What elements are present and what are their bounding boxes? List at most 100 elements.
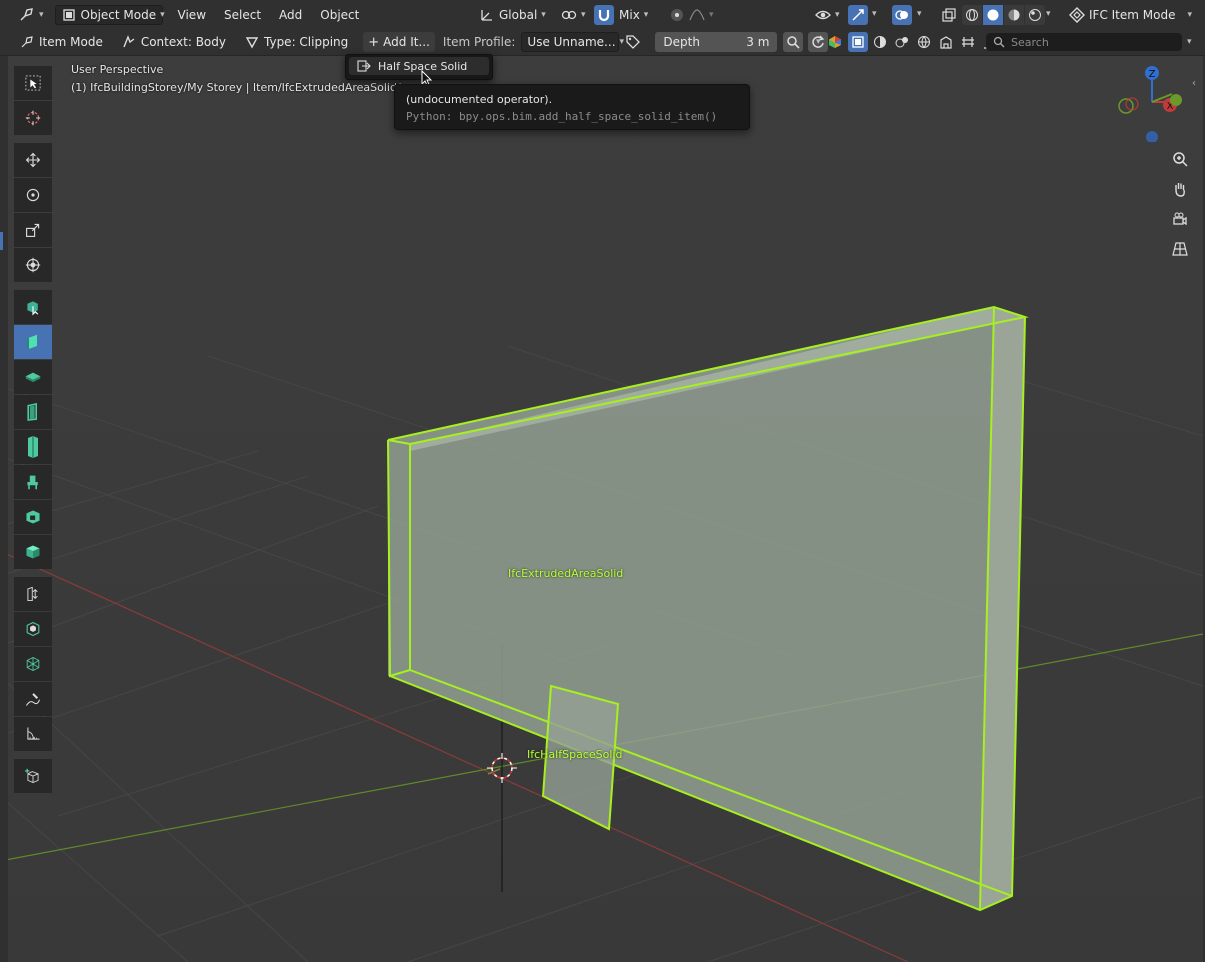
chevron-down-icon: ▾ — [1187, 9, 1192, 20]
tool-cursor[interactable] — [14, 101, 52, 135]
solid-shading-button[interactable] — [983, 5, 1003, 25]
tool-cube[interactable] — [14, 535, 52, 569]
tool-door[interactable] — [14, 395, 52, 429]
camera-icon — [1172, 211, 1188, 227]
filter-world-button[interactable] — [914, 32, 934, 52]
visibility-dropdown[interactable]: ▾ — [810, 5, 845, 25]
tool-bim-object[interactable] — [14, 612, 52, 646]
chevron-down-icon[interactable]: ▾ — [917, 9, 922, 19]
menu-item-half-space-solid[interactable]: Half Space Solid — [349, 57, 489, 75]
rendered-shading-button[interactable] — [1025, 5, 1045, 25]
search-icon — [991, 34, 1007, 50]
gizmo-icon — [850, 7, 866, 23]
globe-icon — [916, 34, 932, 50]
tooltip-python: Python: bpy.ops.bim.add_half_space_solid… — [406, 110, 718, 123]
tool-mesh[interactable] — [14, 647, 52, 681]
tool-furniture[interactable] — [14, 465, 52, 499]
wireframe-shading-button[interactable] — [962, 5, 982, 25]
chevron-down-icon[interactable]: ▾ — [816, 37, 821, 47]
tool-ifc-select[interactable] — [14, 290, 52, 324]
tool-transform[interactable] — [14, 248, 52, 282]
tag-icon[interactable] — [625, 34, 641, 50]
filter-storey-button[interactable] — [958, 32, 978, 52]
filter-building-button[interactable] — [936, 32, 956, 52]
select-box-icon — [25, 75, 41, 91]
context-indicator[interactable]: Context: Body — [116, 32, 231, 52]
filter-material-button[interactable] — [892, 32, 912, 52]
navigation-gizmo[interactable]: Z X — [1112, 62, 1182, 142]
tool-add-cube[interactable] — [14, 759, 52, 793]
proportional-edit-toggle[interactable]: ▾ — [664, 5, 719, 25]
tool-move[interactable] — [14, 143, 52, 177]
camera-view-button[interactable] — [1167, 206, 1193, 232]
xray-toggle[interactable] — [936, 5, 962, 25]
area-edge-indicator — [0, 232, 3, 250]
item-profile-value: Use Unname... — [527, 35, 616, 49]
color-palette-icon[interactable] — [827, 34, 843, 50]
filter-select-button[interactable] — [848, 32, 868, 52]
ortho-toggle-button[interactable] — [1167, 236, 1193, 262]
pivot-point-dropdown[interactable]: ▾ — [556, 5, 591, 25]
menu-add[interactable]: Add — [270, 5, 311, 25]
ifc-mode-dropdown[interactable]: IFC Item Mode ▾ — [1064, 5, 1197, 25]
view-context-path: (1) IfcBuildingStorey/My Storey | Item/I… — [71, 81, 401, 94]
extruded-solid-label: IfcExtrudedAreaSolid — [508, 567, 624, 580]
ifc-logo-icon — [1069, 6, 1085, 23]
item-mode-icon — [19, 34, 35, 50]
hand-icon — [1172, 181, 1188, 197]
sidebar-toggle-icon[interactable]: ‹ — [1192, 78, 1196, 89]
mode-label: Object Mode — [80, 7, 157, 22]
pan-button[interactable] — [1167, 176, 1193, 202]
ifc-mode-label: IFC Item Mode — [1089, 7, 1176, 22]
item-profile-dropdown[interactable]: Use Unname... ▾ — [521, 32, 624, 52]
add-item-button[interactable]: + Add It... — [363, 32, 435, 52]
tool-slab[interactable] — [14, 360, 52, 394]
tool-select-box[interactable] — [14, 66, 52, 100]
tool-column[interactable] — [14, 430, 52, 464]
search-placeholder: Search — [1011, 35, 1049, 49]
snap-mode-label: Mix — [619, 7, 640, 22]
half-space-icon — [356, 58, 372, 74]
tool-measure[interactable] — [14, 717, 52, 751]
find-button[interactable] — [783, 32, 804, 52]
chevron-down-icon[interactable]: ▾ — [1046, 9, 1051, 19]
snap-toggle[interactable] — [594, 4, 614, 25]
annotate-icon — [25, 691, 41, 707]
header-menus: View Select Add Object — [169, 5, 369, 25]
menu-select[interactable]: Select — [215, 5, 270, 25]
half-sphere-icon — [872, 34, 888, 50]
ifc-select-icon — [25, 299, 41, 316]
tool-wall[interactable] — [14, 325, 52, 359]
transform-orientation-dropdown[interactable]: Global ▾ — [474, 5, 551, 25]
gizmo-toggle[interactable] — [848, 4, 868, 25]
menu-view[interactable]: View — [169, 5, 215, 25]
tool-annotate[interactable] — [14, 682, 52, 716]
tool-shelf — [14, 66, 52, 794]
overlays-toggle[interactable] — [892, 4, 912, 25]
storey-icon — [960, 34, 976, 50]
viewport-scene[interactable] — [8, 56, 1203, 962]
snap-mode-dropdown[interactable]: Mix ▾ — [614, 5, 653, 25]
mode-dropdown[interactable]: Object Mode ▾ — [54, 4, 165, 25]
operator-tooltip: (undocumented operator). Python: bpy.ops… — [394, 84, 750, 130]
outliner-search[interactable]: Search — [986, 33, 1182, 51]
depth-field[interactable]: Depth 3 m — [655, 32, 778, 52]
tool-scale[interactable] — [14, 213, 52, 247]
tool-opening[interactable] — [14, 500, 52, 534]
tool-extrude[interactable] — [14, 577, 52, 611]
editor-type-button[interactable]: ▾ — [14, 5, 49, 25]
tool-rotate[interactable] — [14, 178, 52, 212]
filter-shading-button[interactable] — [870, 32, 890, 52]
object-mode-icon — [61, 7, 77, 23]
zoom-button[interactable] — [1167, 146, 1193, 172]
menu-object[interactable]: Object — [311, 5, 368, 25]
3d-viewport[interactable]: User Perspective (1) IfcBuildingStorey/M… — [8, 56, 1203, 962]
chevron-down-icon[interactable]: ▾ — [1187, 37, 1192, 47]
type-indicator[interactable]: Type: Clipping — [239, 32, 353, 52]
square-select-icon — [850, 34, 866, 50]
item-mode-tool[interactable]: Item Mode — [14, 32, 108, 52]
add-item-label: Add It... — [383, 35, 430, 49]
material-shading-button[interactable] — [1004, 5, 1024, 25]
chevron-down-icon[interactable]: ▾ — [872, 9, 877, 19]
depth-label: Depth — [663, 35, 700, 49]
